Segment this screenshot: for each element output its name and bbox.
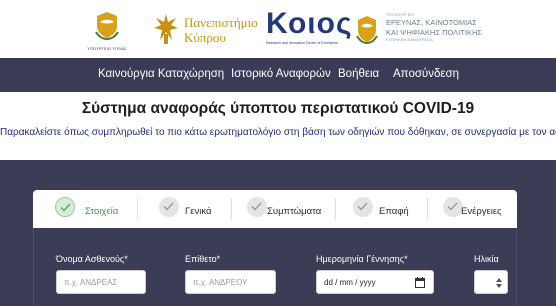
age-input[interactable] [474, 270, 508, 294]
step-label: Στοιχεία [85, 206, 119, 217]
surname-label: Επίθετο* [185, 254, 221, 264]
date-of-birth-input[interactable]: dd / mm / yyyy [316, 270, 434, 294]
patient-name-label: Όνομα Ασθενούς* [56, 254, 128, 264]
form-stepper: Στοιχεία Γενικά Συμπτώματα Επαφή Ενέργει… [33, 190, 517, 228]
date-of-birth-label: Ημερομηνία Γέννησης* [316, 254, 408, 264]
cyprus-coat-of-arms-icon [95, 12, 119, 41]
calendar-icon[interactable] [415, 277, 425, 288]
step-divider [427, 198, 428, 220]
nav-logout[interactable]: Αποσύνδεση [393, 68, 459, 80]
deputy-ministry-bottom: ΚΥΠΡΙΑΚΗ ΔΗΜΟΚΡΑΤΙΑ [386, 37, 433, 42]
nav-report-history[interactable]: Ιστορικό Αναφορών [231, 68, 331, 80]
nav-help[interactable]: Βοήθεια [338, 68, 379, 80]
step-check-icon [159, 197, 179, 217]
date-of-birth-placeholder: dd / mm / yyyy [324, 278, 376, 287]
deputy-ministry-wordmark: ΥΦΥΠΟΥΡΓΕΙΟ ΕΡΕΥΝΑΣ, ΚΑΙΝΟΤΟΜΙΑΣ ΚΑΙ ΨΗΦ… [386, 12, 516, 43]
koios-wordmark: Κοιος [266, 7, 353, 40]
koios-logo: Κοιος Research and Innovation Center of … [266, 7, 353, 52]
number-stepper-icon[interactable] [496, 278, 502, 288]
logo-bar: ΥΠΟΥΡΓΕΙΟ ΥΓΕΙΑΣ Πανεπιστήμιο Κύπρου Κοι… [0, 0, 556, 58]
patient-details-form: Όνομα Ασθενούς* Επίθετο* Ημερομηνία Γένν… [33, 228, 517, 306]
cyprus-emblem-icon [356, 16, 378, 45]
main-nav: Καινούργια Καταχώρηση Ιστορικό Αναφορών … [0, 58, 556, 92]
ucy-emblem-icon [154, 14, 178, 44]
step-label: Συμπτώματα [267, 206, 322, 217]
ministry-caption: ΥΠΟΥΡΓΕΙΟ ΥΓΕΙΑΣ [87, 46, 127, 51]
step-check-icon [353, 197, 373, 217]
ucy-wordmark: Πανεπιστήμιο Κύπρου [184, 15, 258, 45]
age-label: Ηλικία [474, 254, 499, 264]
deputy-ministry-line-2: ΚΑΙ ΨΗΦΙΑΚΗΣ ΠΟΛΙΤΙΚΗΣ [386, 27, 482, 37]
ministry-of-health-logo: ΥΠΟΥΡΓΕΙΟ ΥΓΕΙΑΣ [86, 10, 128, 54]
patient-name-input[interactable] [56, 270, 146, 294]
page-title: Σύστημα αναφοράς ύποπτου περιστατικού CO… [81, 100, 475, 117]
nav-new-entry[interactable]: Καινούργια Καταχώρηση [98, 68, 224, 80]
ucy-line-1: Πανεπιστήμιο [184, 15, 258, 30]
step-label: Επαφή [379, 206, 409, 217]
step-check-icon [443, 197, 463, 217]
step-check-icon [247, 197, 267, 217]
step-divider [137, 198, 138, 220]
surname-input[interactable] [185, 270, 276, 294]
ucy-line-2: Κύπρου [184, 30, 226, 45]
step-divider [335, 198, 336, 220]
step-label: Ενέργειες [461, 206, 502, 217]
step-label: Γενικά [185, 206, 212, 217]
koios-subtitle: Research and Innovation Center of Excell… [266, 41, 339, 45]
deputy-ministry-line-1: ΕΡΕΥΝΑΣ, ΚΑΙΝΟΤΟΜΙΑΣ [386, 18, 477, 27]
page-subtitle: Παρακαλείστε όπως συμπληρωθεί το πιο κάτ… [0, 127, 556, 138]
step-check-icon [55, 197, 75, 217]
step-divider [231, 198, 232, 220]
